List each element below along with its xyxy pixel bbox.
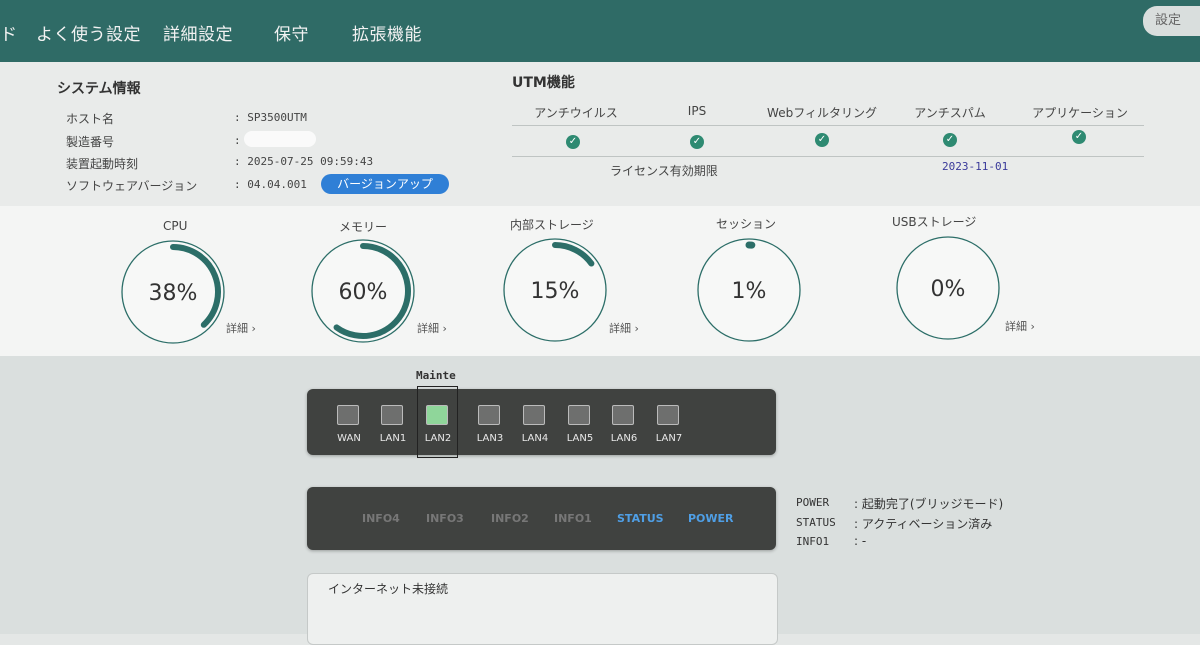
status-value-info1: : -	[854, 534, 866, 548]
led-info4: INFO4	[362, 512, 400, 525]
ethernet-port-icon	[478, 405, 500, 425]
port-wan[interactable]	[337, 405, 361, 425]
led-info3: INFO3	[426, 512, 464, 525]
connection-message: インターネット未接続	[328, 580, 448, 597]
memory-detail-link[interactable]: 詳細 ›	[417, 320, 447, 336]
port-lan7[interactable]	[657, 405, 681, 425]
port-label-lan4: LAN4	[515, 433, 555, 444]
port-lan5[interactable]	[568, 405, 592, 425]
internal-storage-detail-label: 詳細	[609, 322, 631, 335]
gauge-memory-value: 60%	[339, 280, 388, 305]
port-lan3[interactable]	[478, 405, 502, 425]
gauge-internal-storage: 15%	[504, 239, 606, 341]
port-lan4[interactable]	[523, 405, 547, 425]
led-status: STATUS	[617, 512, 664, 525]
usb-storage-detail-link[interactable]: 詳細 ›	[1005, 318, 1035, 334]
gauge-cpu-value: 38%	[149, 281, 198, 306]
gauge-usb-storage-value: 0%	[931, 277, 966, 302]
port-lan6[interactable]	[612, 405, 636, 425]
gauge-session: 1%	[698, 239, 800, 341]
led-info1: INFO1	[554, 512, 592, 525]
port-label-lan3: LAN3	[470, 433, 510, 444]
port-label-lan6: LAN6	[604, 433, 644, 444]
ethernet-port-icon	[337, 405, 359, 425]
led-panel: INFO4 INFO3 INFO2 INFO1 STATUS POWER	[307, 487, 776, 550]
mainte-port-highlight	[417, 386, 458, 458]
port-panel: WAN LAN1 LAN2 LAN3 LAN4 LAN5 LAN6 LAN7	[307, 389, 776, 455]
cpu-detail-link[interactable]: 詳細 ›	[226, 320, 256, 336]
led-power: POWER	[688, 512, 734, 525]
cpu-detail-label: 詳細	[226, 322, 248, 335]
ethernet-port-icon	[381, 405, 403, 425]
ethernet-port-icon	[612, 405, 634, 425]
internal-storage-detail-link[interactable]: 詳細 ›	[609, 320, 639, 336]
memory-detail-label: 詳細	[417, 322, 439, 335]
gauge-session-value: 1%	[732, 279, 767, 304]
ethernet-port-icon	[523, 405, 545, 425]
status-key-power: POWER	[796, 496, 829, 509]
chevron-right-icon: ›	[252, 322, 256, 335]
message-box: インターネット未接続	[307, 573, 778, 645]
led-info2: INFO2	[491, 512, 529, 525]
chevron-right-icon: ›	[1031, 320, 1035, 333]
gauge-cpu: 38%	[122, 241, 224, 343]
port-lan1[interactable]	[381, 405, 405, 425]
port-label-lan5: LAN5	[560, 433, 600, 444]
port-label-wan: WAN	[329, 433, 369, 444]
status-value-status: : アクティベーション済み	[854, 515, 992, 532]
chevron-right-icon: ›	[443, 322, 447, 335]
gauge-internal-storage-value: 15%	[531, 279, 580, 304]
chevron-right-icon: ›	[635, 322, 639, 335]
mainte-label: Mainte	[416, 369, 456, 382]
gauge-usb-storage: 0%	[897, 237, 999, 339]
port-label-lan1: LAN1	[373, 433, 413, 444]
ethernet-port-icon	[568, 405, 590, 425]
status-value-power: : 起動完了(ブリッジモード)	[854, 495, 1003, 512]
gauge-memory: 60%	[312, 240, 414, 342]
port-label-lan7: LAN7	[649, 433, 689, 444]
status-key-status: STATUS	[796, 516, 836, 529]
ethernet-port-icon	[657, 405, 679, 425]
usb-storage-detail-label: 詳細	[1005, 320, 1027, 333]
status-key-info1: INFO1	[796, 535, 829, 548]
